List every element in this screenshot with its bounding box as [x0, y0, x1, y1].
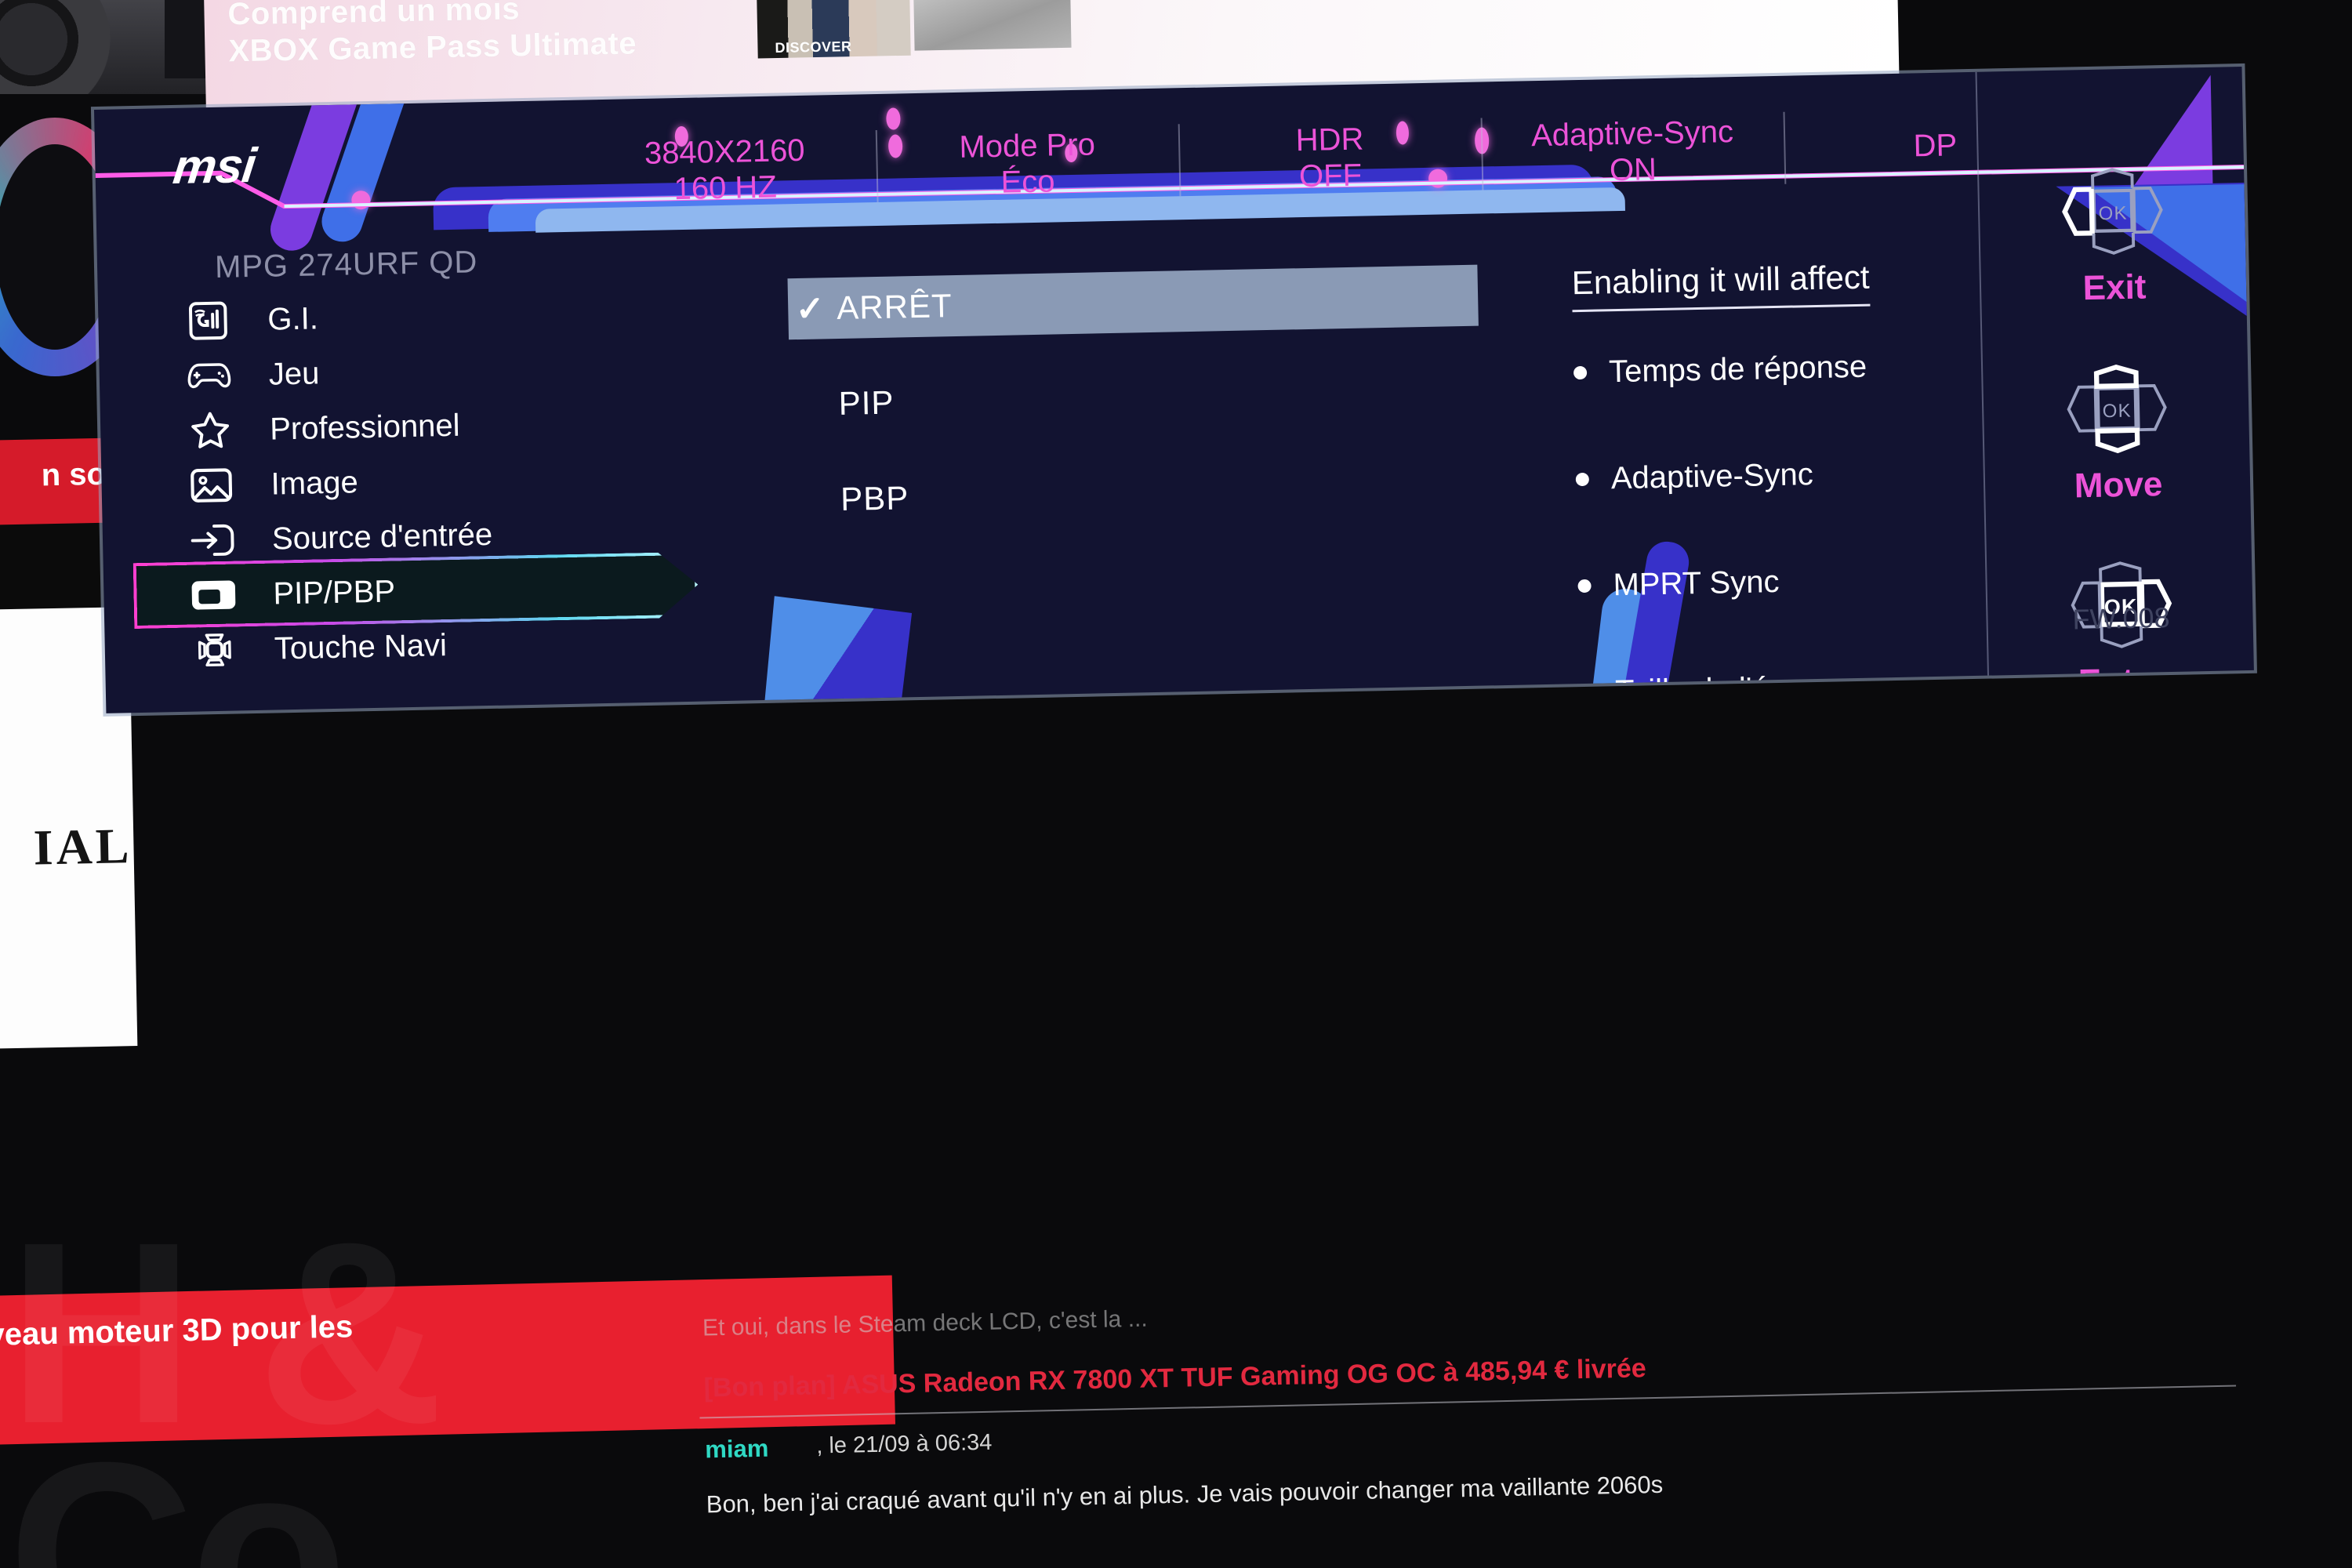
- sidebar-item-source-entree-label: Source d'entrée: [271, 517, 493, 557]
- nav-move[interactable]: OK Move: [1983, 355, 2252, 508]
- svg-text:OK: OK: [2102, 401, 2132, 423]
- option-pbp-check: [792, 499, 836, 500]
- sidebar-item-touche-navi[interactable]: Touche Navi: [120, 612, 732, 680]
- sidebar-item-touche-navi-label: Touche Navi: [274, 627, 448, 666]
- option-pbp-label: PBP: [840, 479, 909, 517]
- option-arret[interactable]: ✓ ARRÊT: [787, 264, 1479, 340]
- nav-exit-label: Exit: [2082, 267, 2147, 308]
- option-pip[interactable]: PIP: [789, 361, 1480, 436]
- pip-pbp-icon: [176, 569, 252, 621]
- nav-move-label: Move: [2074, 465, 2163, 506]
- status-resolution-line1: 3840X2160: [644, 132, 805, 171]
- sidebar-item-professionnel-label: Professionnel: [269, 408, 460, 447]
- osd-option-list: ✓ ARRÊT PIP PBP: [787, 264, 1483, 566]
- game-collage-thumbnail: [756, 0, 911, 59]
- msi-logo: msi: [170, 138, 259, 195]
- info-item-label: Temps de réponse: [1608, 349, 1867, 389]
- status-adaptive-sync-line1: Adaptive-Sync: [1530, 114, 1734, 154]
- news-title-link[interactable]: [Bon plan] ASUS Radeon RX 7800 XT TUF Ga…: [703, 1353, 1646, 1403]
- gamepad-icon: [171, 350, 247, 401]
- news-article-block: Et oui, dans le Steam deck LCD, c'est la…: [682, 1290, 2352, 1568]
- status-resolution: 3840X2160 160 HZ: [573, 124, 877, 216]
- laptop-product-image: [913, 0, 1072, 51]
- nav-exit[interactable]: OK Exit: [1979, 158, 2249, 310]
- joystick-updown-icon: OK: [1983, 355, 2252, 464]
- navi-key-icon: [176, 624, 252, 676]
- status-adaptive-sync-line2: ON: [1609, 152, 1657, 188]
- news-author[interactable]: miam: [705, 1435, 769, 1465]
- osd-panel: msi 3840X2160 160 HZ Mode Pro Éco HDR OF…: [94, 67, 2254, 713]
- osd-body: G.I. Jeu Professionnel Image Source d'en…: [97, 235, 2254, 713]
- status-resolution-line2: 160 HZ: [673, 169, 778, 207]
- sidebar-item-pip-pbp-label: PIP/PBP: [272, 573, 396, 612]
- osd-nav-hints: OK Exit OK Move OK FW.008: [1975, 67, 2254, 701]
- bullet-icon: [1575, 472, 1590, 486]
- osd-sidebar-menu: G.I. Jeu Professionnel Image Source d'en…: [114, 283, 733, 680]
- sidebar-item-gi-label: G.I.: [267, 300, 319, 337]
- bullet-icon: [1573, 365, 1588, 379]
- info-item-label: MPRT Sync: [1613, 564, 1780, 602]
- left-white-card-text: IAL: [32, 818, 133, 876]
- status-mode: Mode Pro Éco: [876, 118, 1180, 210]
- status-mode-line1: Mode Pro: [959, 127, 1096, 165]
- joystick-left-icon: OK: [1979, 158, 2248, 267]
- input-source-icon: [174, 514, 250, 566]
- svg-text:OK: OK: [2098, 203, 2128, 225]
- sidebar-item-image-label: Image: [270, 464, 359, 502]
- option-arret-label: ARRÊT: [836, 287, 953, 327]
- sidebar-item-jeu-label: Jeu: [268, 355, 320, 392]
- monitor-osd-overlay: msi 3840X2160 160 HZ Mode Pro Éco HDR OF…: [94, 67, 2254, 713]
- info-panel-title: Enabling it will affect: [1571, 258, 1871, 313]
- firmware-version: FW.008: [2072, 601, 2170, 636]
- gaming-intelligence-icon: [170, 295, 246, 347]
- star-icon: [172, 405, 249, 456]
- info-item-label: Adaptive-Sync: [1610, 456, 1814, 495]
- news-timestamp: , le 21/09 à 06:34: [815, 1429, 993, 1459]
- site-watermark: H & Co: [8, 1188, 444, 1568]
- status-adaptive-sync: Adaptive-Sync ON: [1480, 106, 1784, 198]
- option-pip-label: PIP: [838, 383, 895, 423]
- status-mode-line2: Éco: [1000, 164, 1055, 200]
- status-hdr-line1: HDR: [1295, 122, 1364, 158]
- bullet-icon: [1577, 579, 1592, 593]
- status-hdr-line2: OFF: [1298, 158, 1363, 194]
- option-pbp[interactable]: PBP: [791, 456, 1482, 532]
- checkmark-icon: ✓: [795, 289, 826, 328]
- picture-icon: [173, 459, 249, 511]
- option-pip-check: [790, 404, 834, 405]
- news-comment-body: Bon, ben j'ai craqué avant qu'il n'y en …: [706, 1470, 1664, 1519]
- status-hdr: HDR OFF: [1178, 112, 1482, 205]
